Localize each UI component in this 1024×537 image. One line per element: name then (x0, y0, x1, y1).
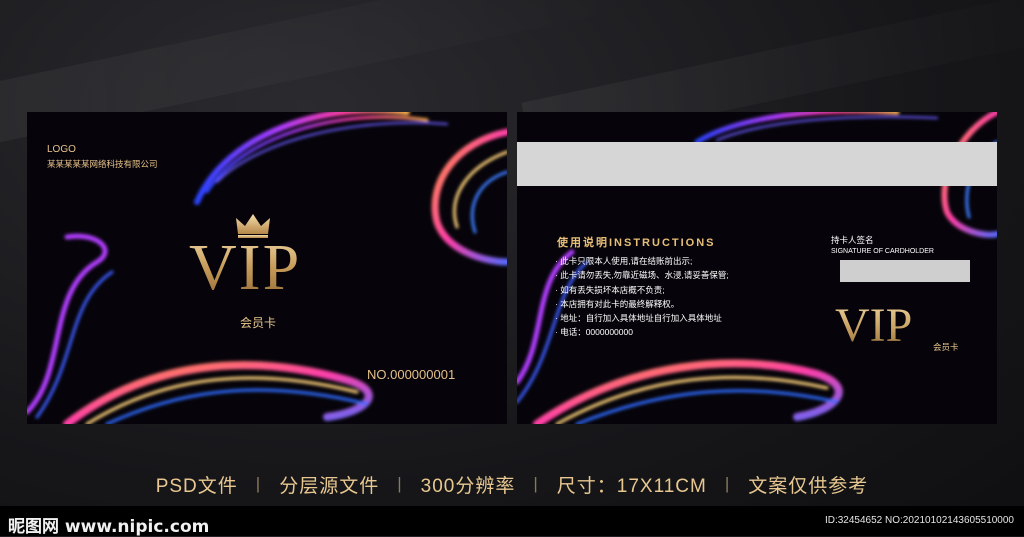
instructions-title: 使用说明INSTRUCTIONS (557, 237, 716, 249)
info-item: 尺寸：17X11CM (556, 475, 707, 497)
instruction-item: · 地址：自行加入具体地址自行加入具体地址 (555, 313, 722, 324)
footer-bar: 昵图网 www.nipic.com ID:32454652 NO:2021010… (0, 506, 1024, 537)
front-card: LOGO 某某某某某网络科技有限公司 VIP 会员卡 NO.000000001 (27, 112, 507, 424)
info-separator: | (533, 474, 539, 493)
instruction-item: · 如有丢失损坏本店概不负责; (555, 284, 665, 295)
info-item: 分层源文件 (279, 475, 380, 497)
watermark: 昵图网 www.nipic.com (8, 517, 210, 537)
info-item: 300分辨率 (420, 475, 516, 497)
image-id-text: ID:32454652 NO:20210102143605510000 (824, 515, 1014, 526)
instruction-item: · 电话：0000000000 (555, 327, 633, 338)
logo-text: LOGO (47, 144, 76, 155)
info-separator: | (397, 474, 403, 493)
back-card: 使用说明INSTRUCTIONS · 此卡只限本人使用,请在结账前出示; · 此… (517, 112, 997, 424)
info-item: 文案仅供参考 (748, 475, 869, 497)
magnetic-strip (517, 142, 997, 186)
company-name: 某某某某某网络科技有限公司 (47, 159, 158, 169)
info-item: PSD文件 (155, 475, 238, 497)
signature-box (840, 260, 970, 282)
vip-title: VIP (189, 231, 302, 304)
instruction-item: · 此卡只限本人使用,请在结账前出示; (555, 256, 693, 266)
instruction-item: · 本店拥有对此卡的最终解释权。 (555, 298, 680, 309)
member-card-label-small: 会员卡 (933, 342, 959, 352)
instruction-item: · 此卡请勿丢失,勿靠近磁场、水浸,请妥善保管; (555, 270, 729, 281)
signature-label-cn: 持卡人签名 (831, 235, 874, 245)
vip-title-small: VIP (835, 299, 913, 352)
card-number: NO.000000001 (367, 367, 456, 382)
info-separator: | (724, 474, 731, 493)
file-info-bar: PSD文件 | 分层源文件 | 300分辨率 | 尺寸：17X11CM | 文案… (0, 462, 1024, 506)
instructions-list: · 此卡只限本人使用,请在结账前出示; · 此卡请勿丢失,勿靠近磁场、水浸,请妥… (555, 254, 729, 340)
member-card-label: 会员卡 (240, 316, 277, 330)
info-separator: | (255, 474, 262, 493)
signature-label-en: SIGNATURE OF CARDHOLDER (831, 248, 934, 255)
